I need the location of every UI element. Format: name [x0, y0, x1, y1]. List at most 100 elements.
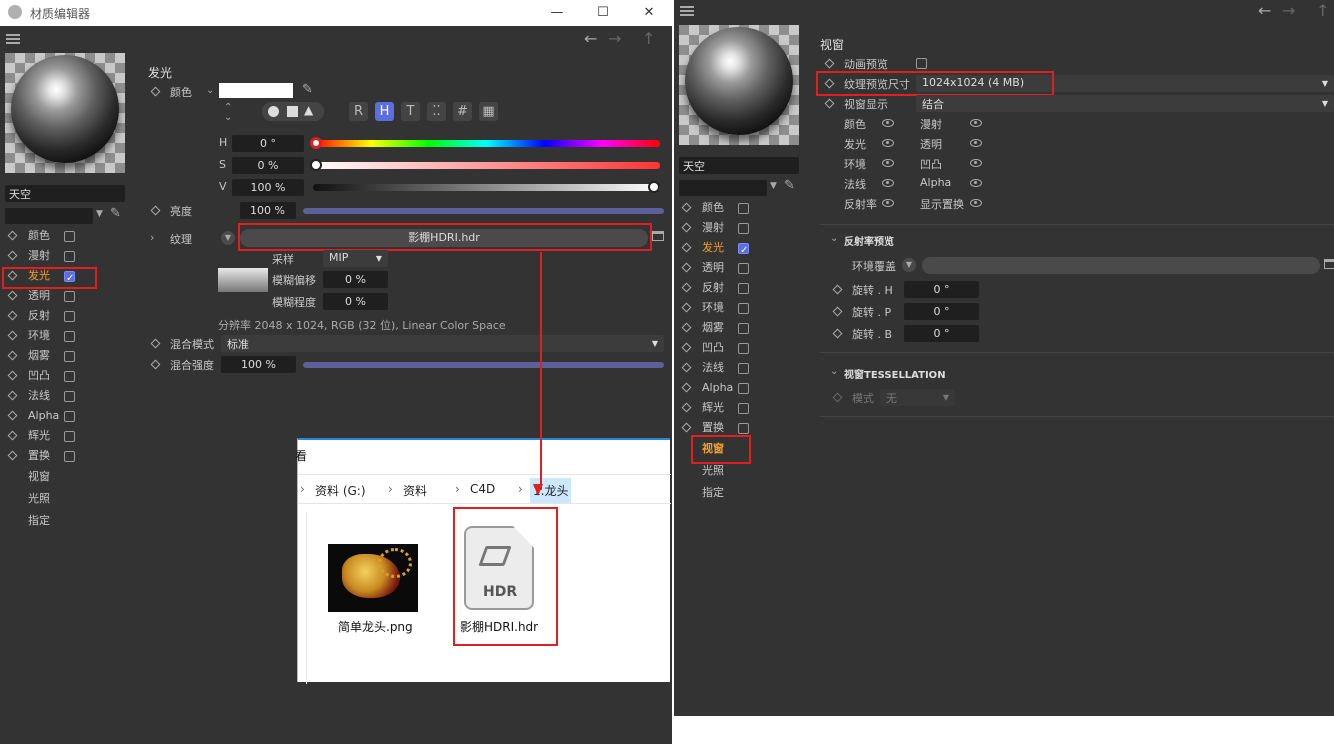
eyedropper-icon[interactable]: ✎ — [784, 178, 795, 193]
value-knob[interactable] — [648, 181, 660, 193]
nav-item[interactable]: 光照 — [28, 490, 50, 506]
channel-checkbox[interactable] — [738, 403, 749, 414]
keyframe-diamond-icon[interactable] — [150, 86, 161, 97]
channel-checkbox[interactable] — [738, 423, 749, 434]
keyframe-diamond-icon[interactable] — [832, 306, 843, 317]
forward-arrow-icon[interactable]: → — [1282, 1, 1295, 20]
channel-item[interactable]: Alpha — [674, 378, 799, 398]
keyframe-diamond-icon[interactable] — [7, 310, 18, 321]
folder-icon[interactable] — [652, 231, 664, 241]
breadcrumb-item[interactable]: C4D — [467, 478, 498, 500]
channel-checkbox[interactable] — [738, 283, 749, 294]
channel-checkbox[interactable] — [64, 251, 75, 262]
color-mode-button[interactable]: H — [375, 102, 394, 121]
env-override-button[interactable] — [922, 257, 1320, 274]
keyframe-diamond-icon[interactable] — [150, 359, 161, 370]
channel-item[interactable]: 环境 — [0, 326, 125, 346]
chevron-down-icon[interactable]: ⌄ — [830, 233, 838, 244]
channel-item[interactable]: 反射 — [674, 278, 799, 298]
channel-checkbox[interactable] — [64, 331, 75, 342]
channel-checkbox[interactable] — [738, 223, 749, 234]
keyframe-diamond-icon[interactable] — [7, 230, 18, 241]
channel-item[interactable]: 颜色 — [0, 226, 125, 246]
channel-checkbox[interactable] — [64, 431, 75, 442]
blur-degree-field[interactable]: 0 % — [323, 293, 388, 310]
blend-mode-dropdown[interactable]: 标准 ▼ — [221, 335, 664, 352]
material-name-field[interactable]: 天空 — [679, 157, 799, 174]
saturation-gradient[interactable] — [313, 162, 660, 169]
keyframe-diamond-icon[interactable] — [681, 402, 692, 413]
channel-item[interactable]: 漫射 — [0, 246, 125, 266]
channel-item[interactable]: 环境 — [674, 298, 799, 318]
channel-checkbox[interactable] — [738, 241, 749, 261]
layer-field[interactable] — [5, 208, 93, 224]
back-arrow-icon[interactable]: ← — [584, 29, 597, 48]
channel-item[interactable]: 法线 — [674, 358, 799, 378]
keyframe-diamond-icon[interactable] — [7, 450, 18, 461]
square-icon[interactable] — [287, 106, 298, 117]
channel-item[interactable]: 凹凸 — [674, 338, 799, 358]
keyframe-diamond-icon[interactable] — [681, 342, 692, 353]
layer-field[interactable] — [679, 180, 767, 196]
color-swatch[interactable] — [219, 83, 293, 98]
channel-checkbox[interactable] — [738, 363, 749, 374]
channel-checkbox[interactable] — [64, 231, 75, 242]
keyframe-diamond-icon[interactable] — [150, 338, 161, 349]
maximize-button[interactable]: ☐ — [580, 0, 626, 26]
keyframe-diamond-icon[interactable] — [681, 302, 692, 313]
channel-checkbox[interactable] — [64, 371, 75, 382]
mountain-icon[interactable]: ▲ — [304, 103, 313, 117]
color-mode-button[interactable]: T — [401, 102, 420, 121]
brightness-field[interactable]: 100 % — [240, 202, 296, 219]
eye-icon[interactable] — [970, 199, 982, 207]
channel-item[interactable]: 辉光 — [674, 398, 799, 418]
keyframe-diamond-icon[interactable] — [7, 410, 18, 421]
channel-checkbox[interactable] — [738, 263, 749, 274]
color-mode-button[interactable]: ⁚⁚ — [427, 102, 446, 121]
keyframe-diamond-icon[interactable] — [681, 322, 692, 333]
hsv-field[interactable]: 100 % — [232, 179, 304, 196]
eye-icon[interactable] — [882, 199, 894, 207]
hsv-field[interactable]: 0 ° — [232, 135, 304, 152]
channel-item[interactable]: 发光 — [674, 238, 799, 261]
channel-checkbox[interactable] — [738, 303, 749, 314]
channel-checkbox[interactable] — [738, 343, 749, 354]
up-arrow-icon[interactable]: ↑ — [1316, 1, 1329, 20]
channel-item[interactable]: 置换 — [0, 446, 125, 466]
rotation-field[interactable]: 0 ° — [904, 325, 979, 342]
keyframe-diamond-icon[interactable] — [832, 284, 843, 295]
close-button[interactable]: ✕ — [626, 0, 672, 26]
minimize-button[interactable]: — — [534, 0, 580, 26]
keyframe-diamond-icon[interactable] — [832, 328, 843, 339]
env-menu-icon[interactable]: ▼ — [902, 258, 916, 272]
channel-item[interactable]: 颜色 — [674, 198, 799, 218]
menu-icon[interactable] — [6, 34, 20, 44]
blur-offset-field[interactable]: 0 % — [323, 271, 388, 288]
channel-item[interactable]: 烟雾 — [0, 346, 125, 366]
keyframe-diamond-icon[interactable] — [824, 58, 835, 69]
keyframe-diamond-icon[interactable] — [681, 382, 692, 393]
anim-preview-checkbox[interactable] — [916, 58, 927, 69]
eye-icon[interactable] — [882, 159, 894, 167]
viewport-display-dropdown[interactable]: 结合 ▼ — [916, 95, 1334, 112]
channel-checkbox[interactable] — [738, 383, 749, 394]
keyframe-diamond-icon[interactable] — [7, 290, 18, 301]
channel-item[interactable]: 反射 — [0, 306, 125, 326]
eyedropper-icon[interactable]: ✎ — [302, 82, 313, 97]
eyedropper-icon[interactable]: ✎ — [110, 206, 121, 221]
channel-item[interactable]: 透明 — [674, 258, 799, 278]
channel-checkbox[interactable] — [64, 391, 75, 402]
channel-checkbox[interactable] — [64, 311, 75, 322]
channel-item[interactable]: 凹凸 — [0, 366, 125, 386]
keyframe-diamond-icon[interactable] — [7, 250, 18, 261]
keyframe-diamond-icon[interactable] — [681, 202, 692, 213]
keyframe-diamond-icon[interactable] — [7, 350, 18, 361]
nav-item[interactable]: 光照 — [702, 462, 724, 478]
channel-item[interactable]: Alpha — [0, 406, 125, 426]
breadcrumb-item[interactable]: 资料 — [400, 478, 430, 503]
rotation-field[interactable]: 0 ° — [904, 281, 979, 298]
material-name-field[interactable]: 天空 — [5, 185, 125, 202]
color-mode-button[interactable]: ▦ — [479, 102, 498, 121]
color-mode-button[interactable]: R — [349, 102, 368, 121]
forward-arrow-icon[interactable]: → — [608, 29, 621, 48]
